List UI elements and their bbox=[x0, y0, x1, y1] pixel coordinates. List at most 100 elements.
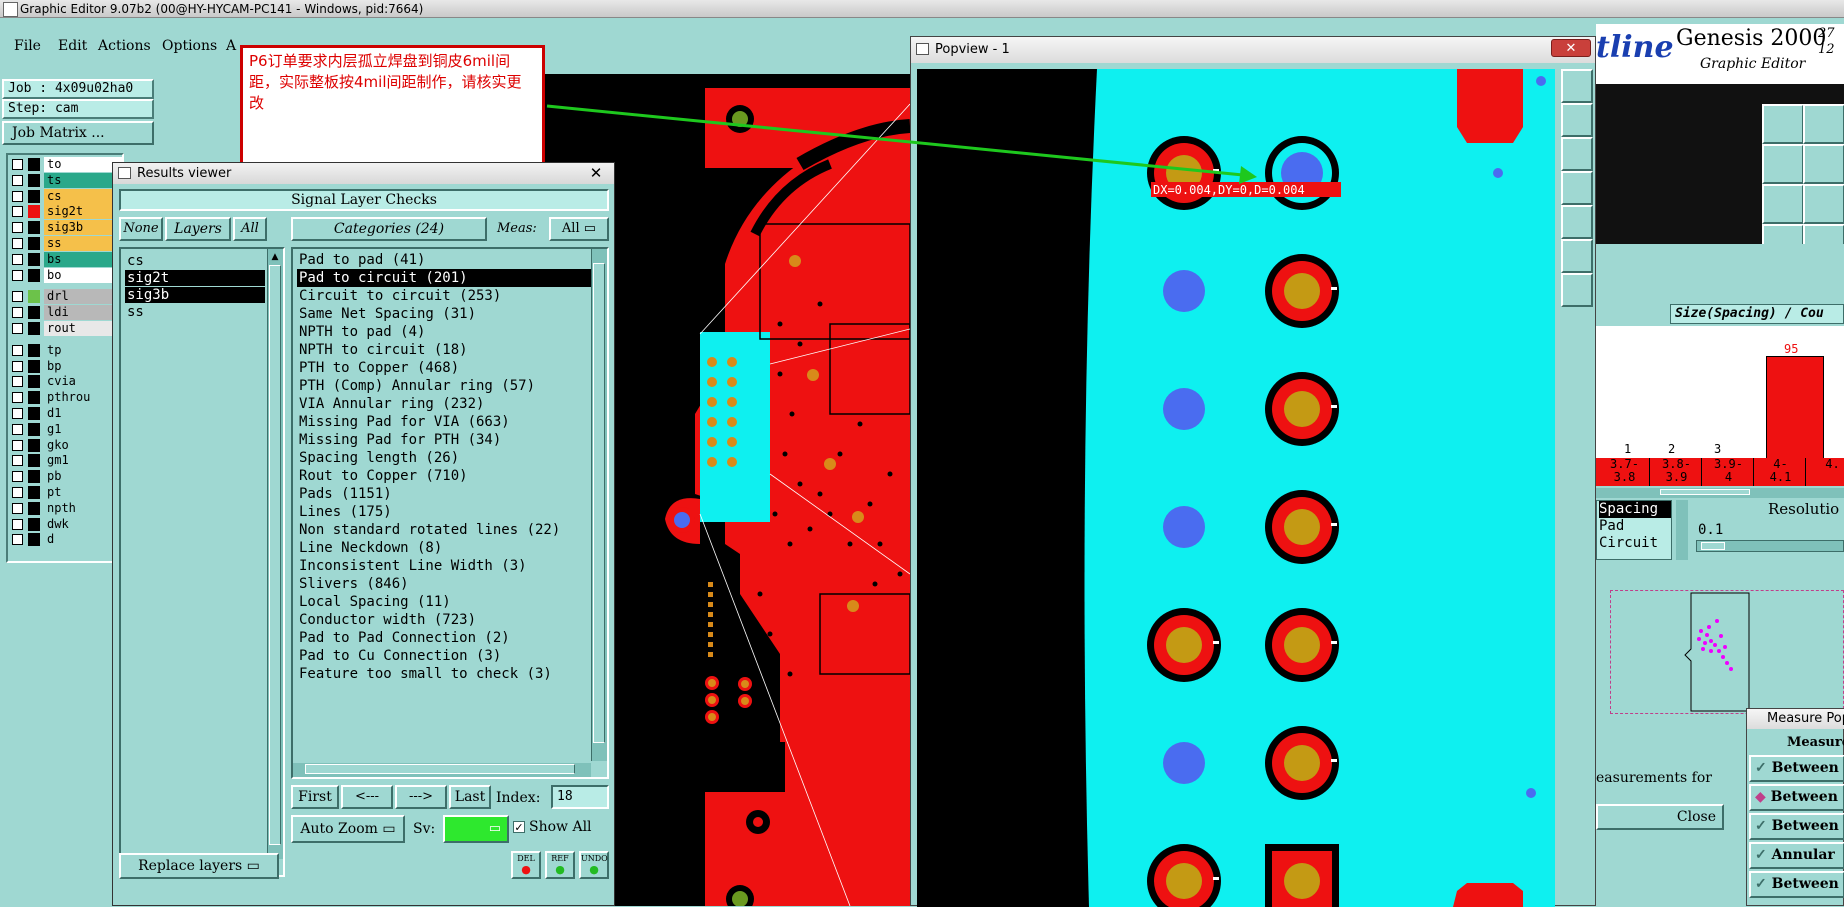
category-item[interactable]: PTH to Copper (468) bbox=[297, 359, 459, 377]
layer-checkbox[interactable] bbox=[12, 291, 23, 303]
result-layer-item[interactable]: ss bbox=[125, 304, 265, 320]
view-tool-button[interactable] bbox=[1803, 144, 1844, 184]
layer-name[interactable]: rout bbox=[44, 321, 122, 336]
layer-color-swatch[interactable] bbox=[28, 359, 40, 373]
layer-row-ss[interactable]: ss bbox=[10, 236, 122, 251]
next-button[interactable]: ---> bbox=[395, 785, 447, 809]
layer-row-gko[interactable]: gko bbox=[10, 437, 122, 453]
undo-button[interactable]: UNDO ● bbox=[579, 851, 609, 879]
category-item[interactable]: PTH (Comp) Annular ring (57) bbox=[297, 377, 535, 395]
result-layer-item[interactable]: sig3b bbox=[125, 287, 265, 303]
measure-option[interactable]: ◆ Between bbox=[1749, 784, 1844, 811]
category-item[interactable]: Same Net Spacing (31) bbox=[297, 305, 476, 323]
layer-row-to[interactable]: to bbox=[10, 157, 122, 172]
layer-row-ts[interactable]: ts bbox=[10, 172, 122, 188]
layer-name[interactable]: gko bbox=[44, 437, 122, 453]
histogram-scrollbar[interactable] bbox=[1596, 488, 1844, 498]
popview-tool-button[interactable] bbox=[1561, 103, 1593, 137]
layer-row-bs[interactable]: bs bbox=[10, 251, 122, 267]
layer-checkbox[interactable] bbox=[12, 307, 23, 319]
layer-name[interactable]: ss bbox=[44, 236, 122, 251]
layers-button[interactable]: Layers bbox=[165, 217, 231, 241]
layer-checkbox[interactable] bbox=[12, 174, 23, 186]
layer-checkbox[interactable] bbox=[12, 360, 23, 372]
category-item[interactable]: Slivers (846) bbox=[297, 575, 409, 593]
layer-checkbox[interactable] bbox=[12, 423, 23, 435]
layer-color-swatch[interactable] bbox=[28, 306, 40, 320]
layer-row-rout[interactable]: rout bbox=[10, 321, 122, 336]
layer-name[interactable]: tp bbox=[44, 342, 122, 358]
layer-color-swatch[interactable] bbox=[28, 391, 40, 405]
layer-color-swatch[interactable] bbox=[28, 407, 40, 420]
category-item[interactable]: Conductor width (723) bbox=[297, 611, 476, 629]
layer-checkbox[interactable] bbox=[12, 439, 23, 451]
layer-name[interactable]: ldi bbox=[44, 305, 122, 321]
layer-row-gm1[interactable]: gm1 bbox=[10, 453, 122, 469]
layer-checkbox[interactable] bbox=[12, 238, 23, 249]
show-all-checkbox[interactable]: ✓ bbox=[513, 821, 525, 833]
category-item[interactable]: VIA Annular ring (232) bbox=[297, 395, 484, 413]
layer-checkbox[interactable] bbox=[12, 534, 23, 546]
layer-row-bo[interactable]: bo bbox=[10, 267, 122, 283]
layer-name[interactable]: sig3b bbox=[44, 220, 122, 236]
layer-checkbox[interactable] bbox=[12, 323, 23, 334]
layer-color-swatch[interactable] bbox=[28, 454, 40, 468]
layer-name[interactable]: npth bbox=[44, 500, 122, 516]
layer-row-pthrou[interactable]: pthrou bbox=[10, 390, 122, 406]
result-layer-item[interactable]: cs bbox=[125, 253, 265, 269]
category-item[interactable]: Line Neckdown (8) bbox=[297, 539, 442, 557]
replace-layers-select[interactable]: Replace layers ▭ bbox=[119, 853, 279, 879]
resolution-slider[interactable] bbox=[1696, 540, 1844, 552]
category-item[interactable]: NPTH to circuit (18) bbox=[297, 341, 468, 359]
layer-color-swatch[interactable] bbox=[28, 252, 40, 266]
type-item-spacing[interactable]: Spacing bbox=[1599, 501, 1671, 518]
ref-button[interactable]: REF ● bbox=[545, 851, 575, 879]
layer-row-g1[interactable]: g1 bbox=[10, 421, 122, 437]
scroll-thumb[interactable] bbox=[269, 265, 281, 845]
measure-option[interactable]: ✓ Between bbox=[1749, 871, 1844, 898]
layer-checkbox[interactable] bbox=[12, 190, 23, 202]
layer-name[interactable]: dwk bbox=[44, 516, 122, 532]
layer-color-swatch[interactable] bbox=[28, 533, 40, 547]
layer-name[interactable]: g1 bbox=[44, 421, 122, 437]
categories-button[interactable]: Categories (24) bbox=[291, 217, 487, 241]
layer-name[interactable]: cs bbox=[44, 188, 122, 204]
popview-tool-button[interactable] bbox=[1561, 205, 1593, 239]
view-tool-button[interactable] bbox=[1762, 184, 1804, 224]
view-tool-button[interactable] bbox=[1762, 104, 1804, 144]
scroll-thumb[interactable] bbox=[593, 263, 605, 743]
layer-listbox[interactable]: cs sig2t sig3b ss bbox=[121, 249, 267, 859]
layer-color-swatch[interactable] bbox=[28, 517, 40, 531]
layer-row-drl[interactable]: drl bbox=[10, 289, 122, 305]
view-tool-button[interactable] bbox=[1803, 184, 1844, 224]
layer-name[interactable]: d bbox=[44, 532, 122, 548]
layer-checkbox[interactable] bbox=[12, 518, 23, 530]
layer-checkbox[interactable] bbox=[12, 222, 23, 234]
layer-row-tp[interactable]: tp bbox=[10, 342, 122, 358]
job-matrix-button[interactable]: Job Matrix ... bbox=[2, 121, 154, 145]
layer-row-sig3b[interactable]: sig3b bbox=[10, 220, 122, 236]
previous-button[interactable]: <--- bbox=[341, 785, 393, 809]
layer-name[interactable]: sig2t bbox=[44, 204, 122, 220]
popview-tool-button[interactable] bbox=[1561, 69, 1593, 103]
category-item[interactable]: Non standard rotated lines (22) bbox=[297, 521, 560, 539]
layer-color-swatch[interactable] bbox=[28, 438, 40, 452]
category-item[interactable]: Pad to Cu Connection (3) bbox=[297, 647, 501, 665]
layer-checkbox[interactable] bbox=[12, 455, 23, 467]
category-item[interactable]: Missing Pad for VIA (663) bbox=[297, 413, 510, 431]
layer-row-d1[interactable]: d1 bbox=[10, 406, 122, 421]
category-item[interactable]: Pad to circuit (201) bbox=[297, 269, 595, 287]
type-scrollbar[interactable] bbox=[1676, 500, 1688, 560]
layer-row-pt[interactable]: pt bbox=[10, 485, 122, 500]
category-item[interactable]: Pads (1151) bbox=[297, 485, 392, 503]
layer-color-swatch[interactable] bbox=[28, 173, 40, 187]
layer-color-swatch[interactable] bbox=[28, 501, 40, 515]
close-icon[interactable]: ✕ bbox=[1551, 39, 1591, 57]
layer-checkbox[interactable] bbox=[12, 269, 23, 281]
meas-select[interactable]: All ▭ bbox=[549, 217, 609, 241]
layers-scrollbar[interactable]: ▲ bbox=[267, 249, 283, 859]
result-layer-item[interactable]: sig2t bbox=[125, 270, 265, 286]
scroll-thumb[interactable] bbox=[305, 764, 575, 774]
layer-color-swatch[interactable] bbox=[28, 268, 40, 282]
scroll-thumb[interactable] bbox=[1660, 489, 1750, 495]
